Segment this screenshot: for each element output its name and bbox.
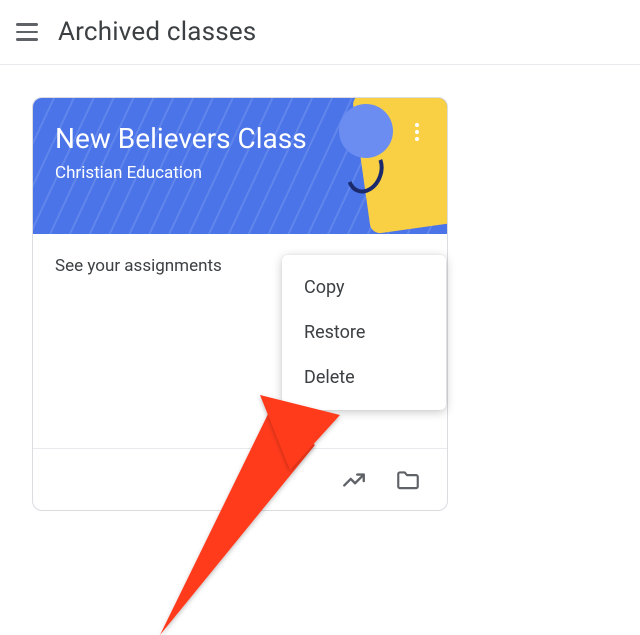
folder-icon[interactable]: [395, 467, 421, 493]
trending-up-icon[interactable]: [341, 467, 367, 493]
page-title: Archived classes: [58, 17, 256, 47]
context-menu: Copy Restore Delete: [282, 255, 446, 410]
menu-item-delete[interactable]: Delete: [282, 355, 446, 400]
menu-icon[interactable]: [16, 20, 40, 44]
card-header[interactable]: New Believers Class Christian Education: [33, 98, 447, 234]
class-title: New Believers Class: [55, 122, 425, 155]
class-subtitle: Christian Education: [55, 163, 425, 183]
menu-item-copy[interactable]: Copy: [282, 265, 446, 310]
menu-item-restore[interactable]: Restore: [282, 310, 446, 355]
more-options-icon[interactable]: [405, 120, 429, 144]
